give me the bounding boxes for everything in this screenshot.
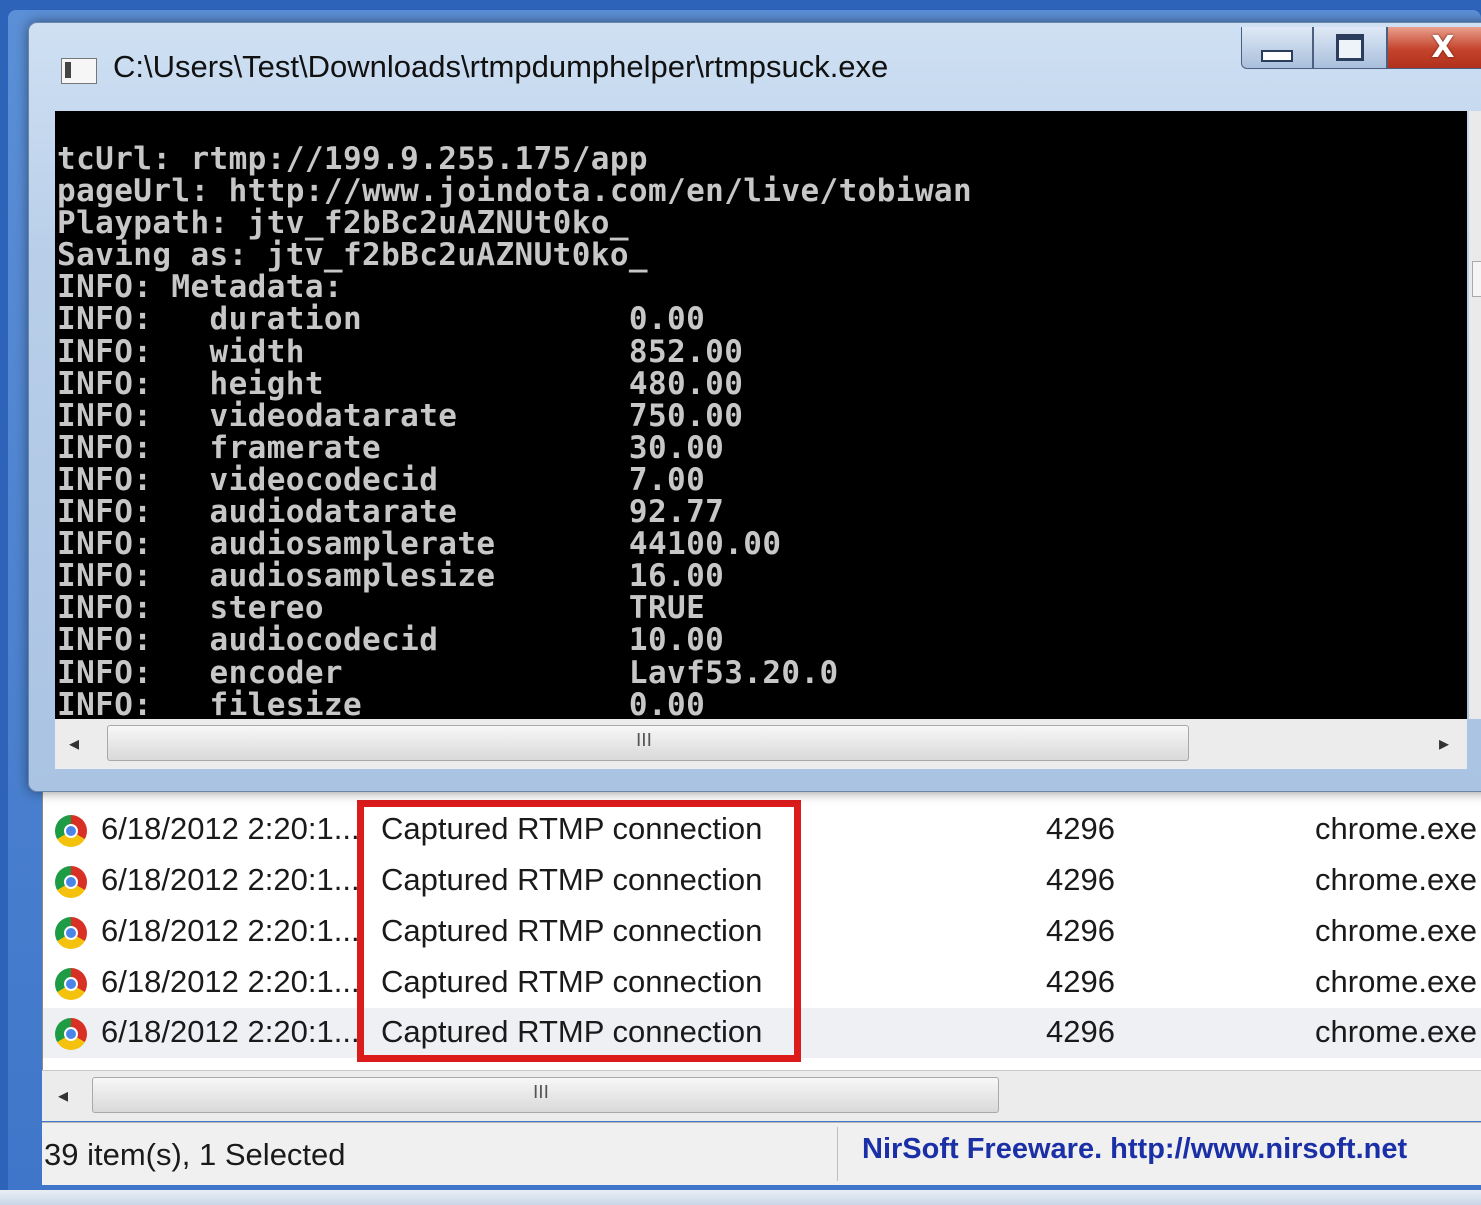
- cell-time: 6/18/2012 2:20:1...: [101, 1014, 360, 1049]
- cell-pid: 4296: [1046, 811, 1115, 846]
- scroll-right-icon[interactable]: ▸: [1439, 731, 1449, 755]
- console-vertical-scrollbar[interactable]: [1469, 111, 1481, 719]
- nirsoft-link[interactable]: NirSoft Freeware. http://www.nirsoft.net: [862, 1133, 1407, 1166]
- console-app-icon: [61, 58, 97, 84]
- close-icon: X: [1431, 30, 1455, 65]
- close-button[interactable]: X: [1387, 27, 1481, 69]
- maximize-button[interactable]: [1313, 27, 1387, 69]
- grip-icon: III: [636, 730, 652, 751]
- highlight-box: [357, 800, 801, 1062]
- window-title: C:\Users\Test\Downloads\rtmpdumphelper\r…: [113, 49, 889, 84]
- cell-time: 6/18/2012 2:20:1...: [101, 811, 360, 846]
- scroll-thumb[interactable]: III: [92, 1077, 999, 1113]
- minimize-icon: [1261, 49, 1293, 62]
- list-horizontal-scrollbar[interactable]: ◂ III: [42, 1070, 1481, 1121]
- chrome-icon: [55, 968, 87, 1000]
- status-divider: [837, 1127, 838, 1181]
- chrome-icon: [55, 917, 87, 949]
- cell-time: 6/18/2012 2:20:1...: [101, 862, 360, 897]
- scroll-left-icon[interactable]: ◂: [58, 1083, 68, 1107]
- console-window[interactable]: C:\Users\Test\Downloads\rtmpdumphelper\r…: [28, 22, 1481, 792]
- minimize-button[interactable]: [1241, 27, 1313, 69]
- cell-process: chrome.exe: [1315, 964, 1477, 999]
- bottom-edge: [0, 1190, 1481, 1205]
- status-count: 39 item(s), 1 Selected: [44, 1137, 346, 1172]
- chrome-icon: [55, 815, 87, 847]
- cell-time: 6/18/2012 2:20:1...: [101, 913, 360, 948]
- cell-pid: 4296: [1046, 913, 1115, 948]
- chrome-icon: [55, 1018, 87, 1050]
- cell-pid: 4296: [1046, 1014, 1115, 1049]
- cell-time: 6/18/2012 2:20:1...: [101, 964, 360, 999]
- console-text: tcUrl: rtmp://199.9.255.175/app pageUrl:…: [57, 141, 973, 719]
- cell-pid: 4296: [1046, 862, 1115, 897]
- chrome-icon: [55, 866, 87, 898]
- status-bar: 39 item(s), 1 Selected NirSoft Freeware.…: [42, 1122, 1481, 1185]
- scroll-left-icon[interactable]: ◂: [69, 731, 79, 755]
- maximize-icon: [1336, 34, 1364, 61]
- console-output[interactable]: tcUrl: rtmp://199.9.255.175/app pageUrl:…: [55, 111, 1467, 719]
- cell-process: chrome.exe: [1315, 811, 1477, 846]
- scroll-thumb[interactable]: [1472, 261, 1481, 297]
- cell-process: chrome.exe: [1315, 1014, 1477, 1049]
- cell-pid: 4296: [1046, 964, 1115, 999]
- console-horizontal-scrollbar[interactable]: ◂ III ▸: [55, 719, 1467, 769]
- scroll-thumb[interactable]: III: [107, 725, 1189, 761]
- cell-process: chrome.exe: [1315, 913, 1477, 948]
- cell-process: chrome.exe: [1315, 862, 1477, 897]
- grip-icon: III: [533, 1082, 549, 1103]
